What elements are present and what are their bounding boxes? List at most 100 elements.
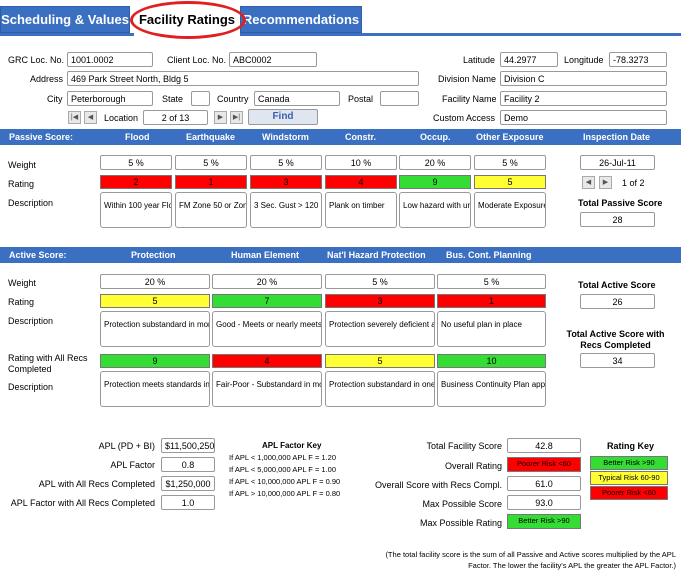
tab-recommendations[interactable]: Recommendations — [240, 6, 362, 33]
total-passive-field: 28 — [580, 212, 655, 227]
active-col-bus-cont: Bus. Cont. Planning — [446, 250, 532, 260]
inspection-date-label: Inspection Date — [583, 132, 651, 142]
rating-other-exposure[interactable]: 5 — [474, 175, 546, 189]
city-field[interactable]: Peterborough — [67, 91, 153, 106]
client-field[interactable]: ABC0002 — [229, 52, 317, 67]
weight-occupancy[interactable]: 20 % — [399, 155, 471, 170]
total-passive-label: Total Passive Score — [578, 198, 663, 208]
weight-flood[interactable]: 5 % — [100, 155, 172, 170]
first-record-icon[interactable]: |◀ — [68, 111, 81, 124]
apl-factor-recs-field: 1.0 — [161, 495, 215, 510]
facility-field[interactable]: Facility 2 — [500, 91, 667, 106]
apl-factor-field: 0.8 — [161, 457, 215, 472]
recs-rating-natl-hazard[interactable]: 5 — [325, 354, 435, 368]
active-score-title: Active Score: — [9, 250, 67, 260]
location-label: Location — [104, 113, 139, 123]
rating-occupancy[interactable]: 9 — [399, 175, 471, 189]
recs-rating-bus-cont[interactable]: 10 — [437, 354, 546, 368]
next-inspection-icon[interactable]: ▶ — [599, 176, 612, 189]
max-score-label: Max Possible Score — [422, 499, 502, 509]
longitude-label: Longitude — [564, 55, 604, 65]
division-field[interactable]: Division C — [500, 71, 667, 86]
rating-key-typical: Typical Risk 60-90 — [590, 471, 668, 485]
passive-description-label: Description — [8, 198, 54, 208]
recs-desc-natl-hazard[interactable]: Protection substandard in one — [325, 371, 435, 407]
access-field[interactable]: Demo — [500, 110, 667, 125]
active-col-human-element: Human Element — [231, 250, 300, 260]
longitude-field[interactable]: -78.3273 — [609, 52, 667, 67]
rating-human-element[interactable]: 7 — [212, 294, 322, 308]
tab-underline — [0, 33, 134, 36]
max-score-field: 93.0 — [507, 495, 581, 510]
recs-rating-human-element[interactable]: 4 — [212, 354, 322, 368]
recs-description-label: Description — [8, 382, 54, 392]
rating-construction[interactable]: 4 — [325, 175, 397, 189]
desc-other-exposure[interactable]: Moderate Exposure — [474, 192, 546, 228]
desc-natl-hazard[interactable]: Protection severely deficient an — [325, 311, 435, 347]
latitude-field[interactable]: 44.2977 — [500, 52, 558, 67]
inspection-date-field[interactable]: 26-Jul-11 — [580, 155, 655, 170]
highlight-oval — [130, 1, 246, 39]
apl-recs-field[interactable]: $1,250,000 — [161, 476, 215, 491]
next-record-icon[interactable]: ▶ — [214, 111, 227, 124]
weight-bus-cont[interactable]: 5 % — [437, 274, 546, 289]
rating-flood[interactable]: 2 — [100, 175, 172, 189]
last-record-icon[interactable]: ▶| — [230, 111, 243, 124]
rating-earthquake[interactable]: 1 — [175, 175, 247, 189]
weight-human-element[interactable]: 20 % — [212, 274, 322, 289]
weight-windstorm[interactable]: 5 % — [250, 155, 322, 170]
grc-field[interactable]: 1001.0002 — [67, 52, 153, 67]
desc-construction[interactable]: Plank on timber — [325, 192, 397, 228]
desc-earthquake[interactable]: FM Zone 50 or Zone — [175, 192, 247, 228]
weight-natl-hazard[interactable]: 5 % — [325, 274, 435, 289]
rating-natl-hazard[interactable]: 3 — [325, 294, 435, 308]
passive-col-construction: Constr. — [345, 132, 377, 142]
apl-field[interactable]: $11,500,250 — [161, 438, 215, 453]
desc-bus-cont[interactable]: No useful plan in place — [437, 311, 546, 347]
state-field[interactable] — [191, 91, 210, 106]
postal-field[interactable] — [380, 91, 419, 106]
rating-windstorm[interactable]: 3 — [250, 175, 322, 189]
desc-human-element[interactable]: Good - Meets or nearly meets i — [212, 311, 322, 347]
desc-protection[interactable]: Protection substandard in more — [100, 311, 210, 347]
recs-desc-human-element[interactable]: Fair-Poor - Substandard in mor — [212, 371, 322, 407]
total-active-label: Total Active Score — [578, 280, 656, 290]
recs-rating-protection[interactable]: 9 — [100, 354, 210, 368]
footnote-line-1: (The total facility score is the sum of … — [385, 550, 676, 559]
desc-occupancy[interactable]: Low hazard with unfi — [399, 192, 471, 228]
overall-rating-label: Overall Rating — [444, 461, 502, 471]
rating-bus-cont[interactable]: 1 — [437, 294, 546, 308]
prev-record-icon[interactable]: ◀ — [84, 111, 97, 124]
weight-earthquake[interactable]: 5 % — [175, 155, 247, 170]
desc-windstorm[interactable]: 3 Sec. Gust > 120 m — [250, 192, 322, 228]
recs-desc-protection[interactable]: Protection meets standards in n — [100, 371, 210, 407]
latitude-label: Latitude — [463, 55, 496, 65]
recs-total-label: Total Active Score with Recs Completed — [566, 329, 665, 350]
rating-protection[interactable]: 5 — [100, 294, 210, 308]
tab-underline-right — [240, 33, 681, 36]
active-rating-label: Rating — [8, 297, 35, 307]
active-col-protection: Protection — [131, 250, 176, 260]
prev-inspection-icon[interactable]: ◀ — [582, 176, 595, 189]
find-button[interactable]: Find — [248, 109, 318, 125]
weight-other-exposure[interactable]: 5 % — [474, 155, 546, 170]
country-label: Country — [217, 94, 249, 104]
country-field[interactable]: Canada — [254, 91, 340, 106]
recs-desc-bus-cont[interactable]: Business Continuity Plan appro — [437, 371, 546, 407]
weight-construction[interactable]: 10 % — [325, 155, 397, 170]
weight-protection[interactable]: 20 % — [100, 274, 210, 289]
max-rating-field: Better Risk >90 — [507, 514, 581, 529]
active-header-band: Active Score: Protection Human Element N… — [0, 247, 681, 263]
apl-key-line-2: If APL < 5,000,000 APL F = 1.00 — [229, 465, 337, 474]
recs-total-field: 34 — [580, 353, 655, 368]
rating-key-poorer: Poorer Risk <60 — [590, 486, 668, 500]
desc-flood[interactable]: Within 100 year Floo — [100, 192, 172, 228]
address-field[interactable]: 469 Park Street North, Bldg 5 — [67, 71, 419, 86]
max-rating-label: Max Possible Rating — [419, 518, 502, 528]
total-facility-field: 42.8 — [507, 438, 581, 453]
passive-header-band: Passive Score: Flood Earthquake Windstor… — [0, 129, 681, 145]
passive-score-title: Passive Score: — [9, 132, 74, 142]
tab-scheduling-values[interactable]: Scheduling & Values — [0, 6, 130, 33]
active-description-label: Description — [8, 316, 54, 326]
recs-rating-label: Rating with All Recs Completed — [8, 353, 88, 374]
